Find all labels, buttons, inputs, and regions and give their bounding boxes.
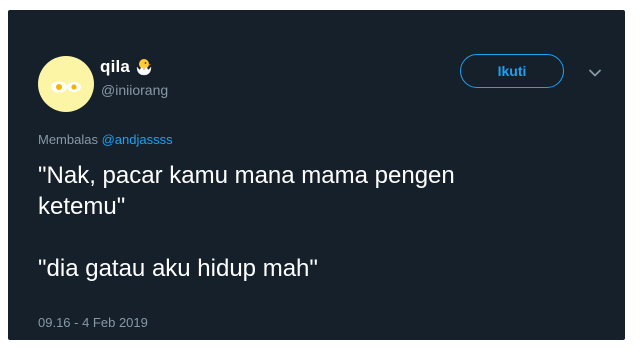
- fried-eggs-icon: [51, 81, 81, 93]
- author-name-row: qila: [100, 57, 154, 77]
- tweet-text: "Nak, pacar kamu mana mama pengen ketemu…: [38, 160, 578, 284]
- reply-context: Membalas @andjassss: [38, 132, 173, 147]
- reply-prefix: Membalas: [38, 132, 98, 147]
- avatar[interactable]: [38, 56, 94, 112]
- tweet-text-line: ketemu": [38, 193, 126, 220]
- tweet-text-line: "dia gatau aku hidup mah": [38, 255, 318, 282]
- reply-handle-link[interactable]: @andjassss: [102, 132, 173, 147]
- author-handle[interactable]: @iniiorang: [101, 82, 168, 98]
- follow-button[interactable]: Ikuti: [460, 54, 564, 88]
- tweet-timestamp[interactable]: 09.16 - 4 Feb 2019: [38, 315, 148, 330]
- tweet-card: qila @iniiorang Ikuti Membalas @andjasss…: [8, 10, 625, 340]
- tweet-text-line: "Nak, pacar kamu mana mama pengen: [38, 162, 455, 189]
- chevron-down-icon[interactable]: [588, 66, 602, 80]
- hatching-chick-icon: [136, 59, 152, 76]
- tweet-text-spacer: [38, 222, 578, 253]
- display-name[interactable]: qila: [100, 57, 130, 77]
